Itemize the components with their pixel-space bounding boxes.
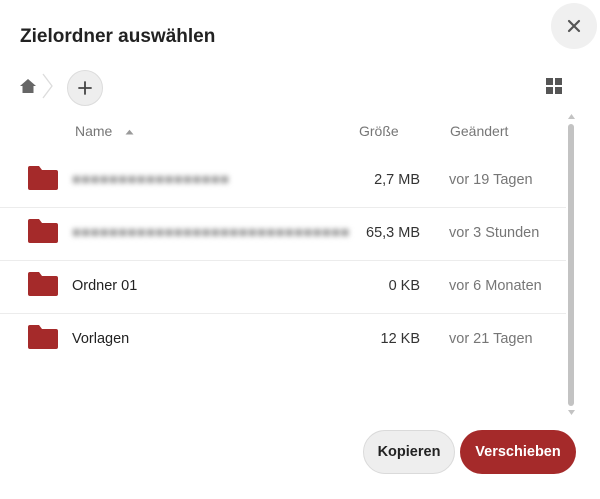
home-icon	[20, 79, 36, 93]
new-folder-button[interactable]	[67, 70, 103, 106]
folder-icon	[28, 325, 58, 349]
scrollbar[interactable]	[566, 112, 576, 416]
sort-ascending-icon	[125, 129, 134, 134]
folder-row[interactable]: Ordner 01 0 KB vor 6 Monaten	[0, 261, 566, 314]
folder-name: Ordner 01	[72, 278, 138, 294]
close-button[interactable]	[551, 3, 597, 49]
column-header-size[interactable]: Größe	[359, 123, 399, 139]
plus-icon	[78, 81, 92, 95]
folder-name: Vorlagen	[72, 331, 130, 347]
close-icon	[567, 19, 581, 33]
grid-view-toggle[interactable]	[545, 77, 563, 95]
scroll-up-icon	[567, 113, 575, 119]
folder-row[interactable]: ■■■■■■■■■■■■■■■■■ 2,7 MB vor 19 Tagen	[0, 155, 566, 208]
column-header-modified[interactable]: Geändert	[450, 123, 508, 139]
scroll-up-arrow[interactable]	[567, 112, 575, 120]
folder-size: 12 KB	[380, 331, 421, 347]
folder-name: ■■■■■■■■■■■■■■■■■	[72, 172, 230, 188]
folder-modified: vor 3 Stunden	[449, 225, 540, 241]
folder-modified: vor 6 Monaten	[449, 278, 542, 294]
column-header-name[interactable]: Name	[75, 123, 134, 139]
scroll-down-icon	[567, 409, 575, 415]
folder-picker-dialog: Zielordner auswählen Name Größe Geändert	[0, 0, 600, 499]
breadcrumb-separator	[42, 73, 53, 99]
dialog-title: Zielordner auswählen	[20, 26, 216, 47]
folder-icon	[28, 166, 58, 190]
folder-icon	[28, 272, 58, 296]
copy-button[interactable]: Kopieren	[363, 430, 455, 474]
move-button[interactable]: Verschieben	[460, 430, 576, 474]
folder-row[interactable]: Vorlagen 12 KB vor 21 Tagen	[0, 314, 566, 367]
folder-list: ■■■■■■■■■■■■■■■■■ 2,7 MB vor 19 Tagen ■■…	[0, 155, 566, 367]
folder-modified: vor 19 Tagen	[449, 172, 533, 188]
column-header-name-label: Name	[75, 123, 113, 139]
folder-size: 65,3 MB	[366, 225, 420, 241]
folder-size: 2,7 MB	[374, 172, 420, 188]
folder-icon	[28, 219, 58, 243]
folder-modified: vor 21 Tagen	[449, 331, 533, 347]
grid-view-icon	[546, 78, 562, 94]
scroll-down-arrow[interactable]	[567, 408, 575, 416]
folder-size: 0 KB	[388, 278, 420, 294]
breadcrumb-home[interactable]	[17, 76, 39, 96]
folder-name: ■■■■■■■■■■■■■■■■■■■■■■■■■■■■■■	[72, 225, 350, 241]
scrollbar-thumb[interactable]	[568, 124, 574, 406]
folder-row[interactable]: ■■■■■■■■■■■■■■■■■■■■■■■■■■■■■■ 65,3 MB v…	[0, 208, 566, 261]
